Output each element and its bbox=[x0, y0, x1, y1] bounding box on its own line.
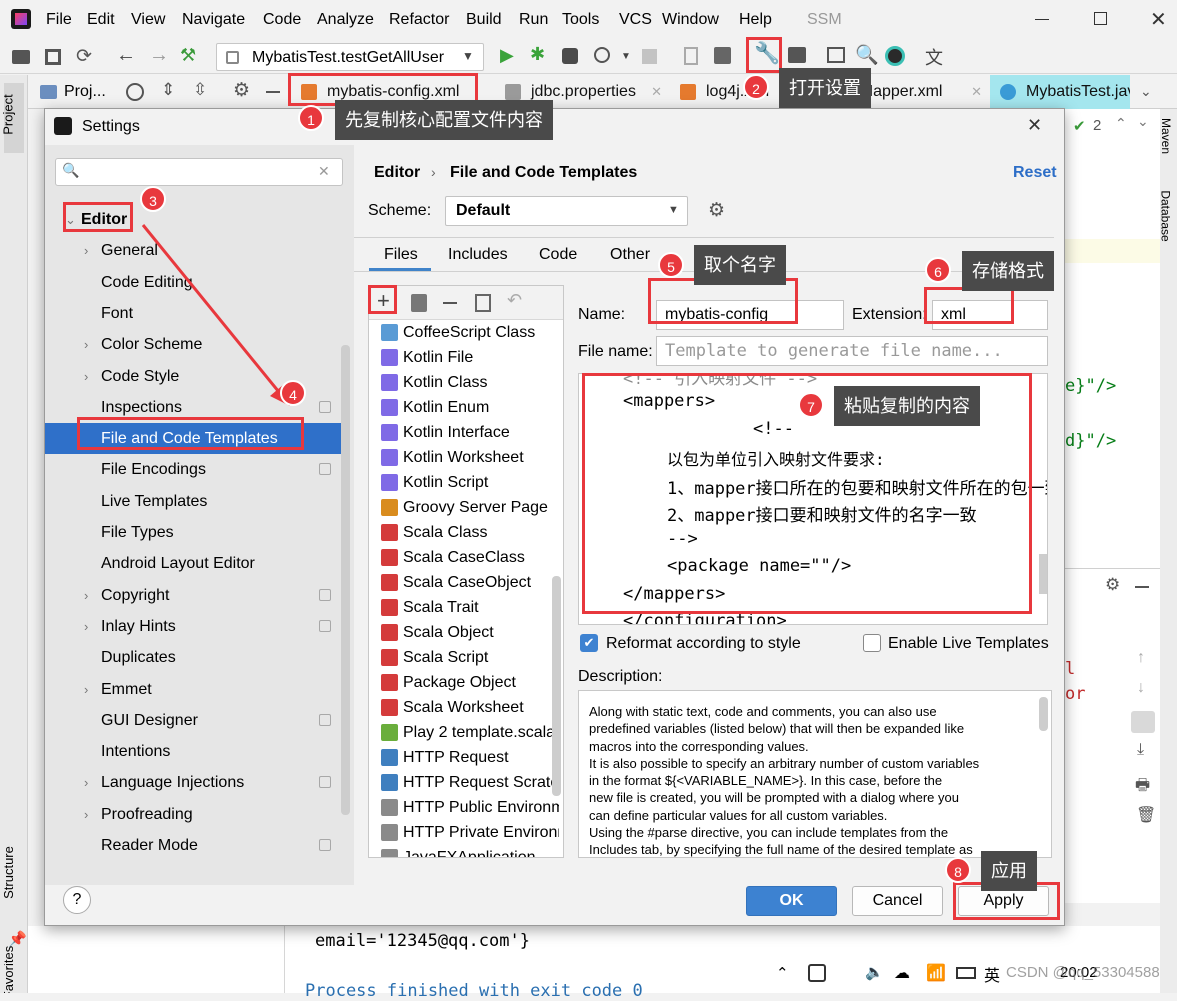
annotation-callout: 粘贴复制的内容 bbox=[834, 386, 980, 426]
annotation-badge: 2 bbox=[743, 74, 769, 100]
annotation-callout: 应用 bbox=[981, 851, 1037, 891]
annotation-callout: 存储格式 bbox=[962, 251, 1054, 291]
annotation-badge: 6 bbox=[925, 257, 951, 283]
annotation-badge: 4 bbox=[280, 380, 306, 406]
annotation-badge: 3 bbox=[140, 186, 166, 212]
annotation-callout: 打开设置 bbox=[779, 68, 871, 108]
annotation-callout: 先复制核心配置文件内容 bbox=[335, 100, 553, 140]
annotation-badge: 5 bbox=[658, 252, 684, 278]
annotation-badge: 8 bbox=[945, 857, 971, 883]
annotation-arrow bbox=[141, 224, 290, 406]
annotation-callout: 取个名字 bbox=[694, 245, 786, 285]
annotation-badge: 7 bbox=[798, 392, 824, 418]
annotation-badge: 1 bbox=[298, 105, 324, 131]
